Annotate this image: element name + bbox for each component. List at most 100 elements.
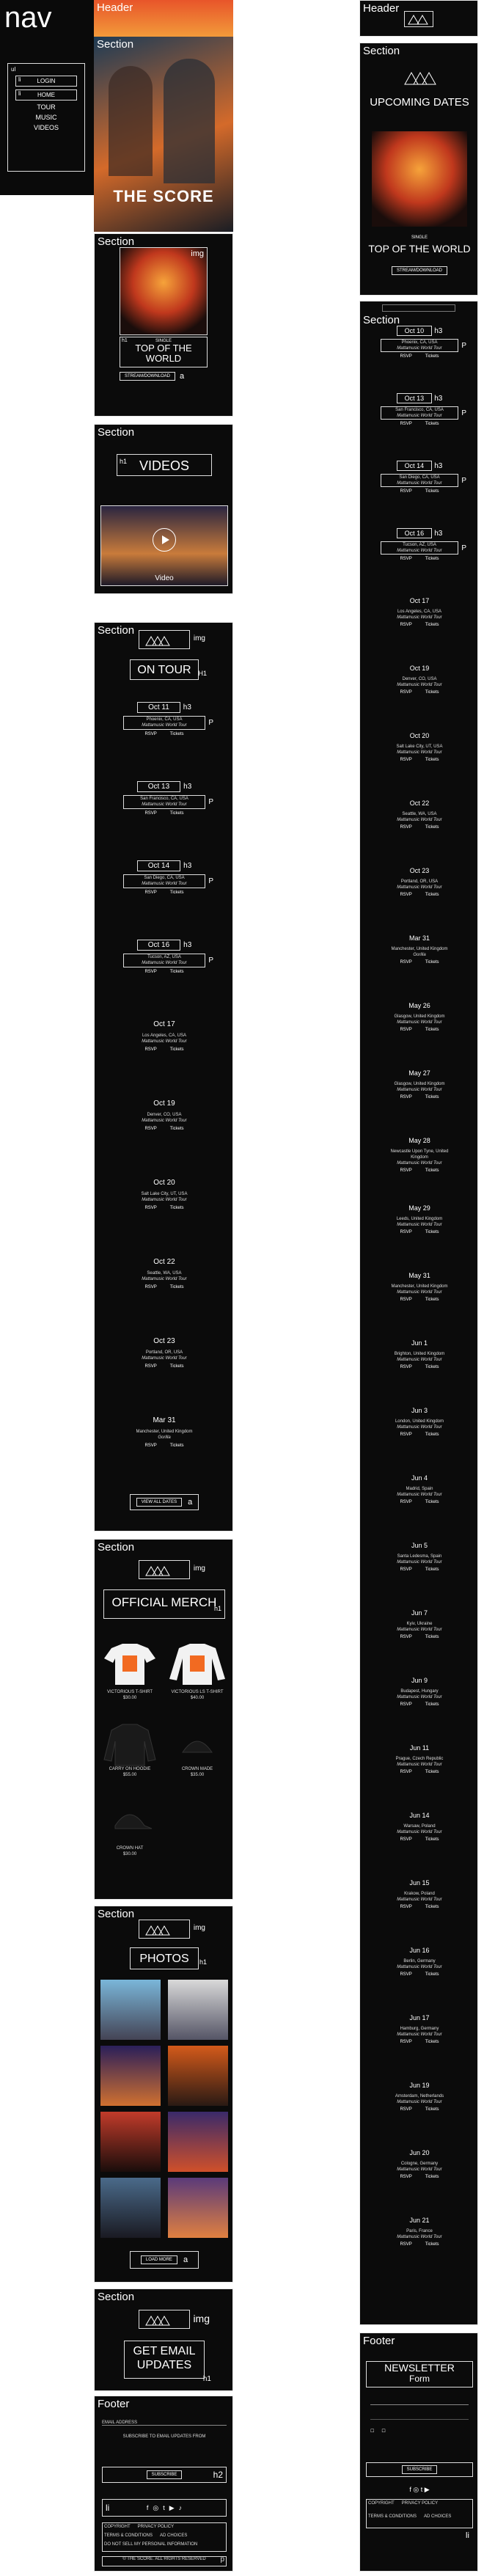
rsvp-link[interactable]: RSVP [400, 1635, 411, 1639]
view-all-dates-button[interactable]: VIEW ALL DATES [136, 1498, 183, 1507]
rsvp-link[interactable]: RSVP [400, 1298, 411, 1302]
rsvp-link[interactable]: RSVP [400, 1905, 411, 1909]
tickets-link[interactable]: Tickets [425, 354, 439, 359]
tickets-link[interactable]: Tickets [425, 893, 439, 897]
option-checkbox[interactable]: ☐ [381, 2429, 385, 2434]
tickets-link[interactable]: Tickets [170, 890, 184, 895]
tickets-link[interactable]: Tickets [425, 557, 439, 561]
tickets-link[interactable]: Tickets [425, 1770, 439, 1774]
rsvp-link[interactable]: RSVP [400, 960, 411, 965]
nav-tour[interactable]: TOUR [8, 103, 84, 111]
option-checkbox[interactable]: ☐ [370, 2429, 374, 2434]
tickets-link[interactable]: Tickets [425, 825, 439, 830]
tickets-link[interactable]: Tickets [425, 1635, 439, 1639]
footer-link[interactable]: AD CHOICES [424, 2514, 451, 2526]
rsvp-link[interactable]: RSVP [400, 623, 411, 627]
nav-videos[interactable]: VIDEOS [8, 124, 84, 131]
tickets-link[interactable]: Tickets [425, 1095, 439, 1099]
tickets-link[interactable]: Tickets [425, 1230, 439, 1234]
nav-login[interactable]: li LOGIN [15, 76, 77, 87]
rsvp-link[interactable]: RSVP [400, 1432, 411, 1437]
rsvp-link[interactable]: RSVP [400, 2040, 411, 2044]
tickets-link[interactable]: Tickets [170, 811, 184, 816]
tickets-link[interactable]: Tickets [170, 1364, 184, 1369]
tickets-link[interactable]: Tickets [425, 1567, 439, 1572]
tickets-link[interactable]: Tickets [425, 758, 439, 762]
tickets-link[interactable]: Tickets [425, 623, 439, 627]
footer-link[interactable]: PRIVACY POLICY [138, 2525, 174, 2532]
rsvp-link[interactable]: RSVP [144, 1364, 156, 1369]
merch-item[interactable] [168, 1723, 227, 1767]
tickets-link[interactable]: Tickets [425, 1837, 439, 1842]
instagram-icon[interactable]: ◎ [413, 2486, 419, 2493]
rsvp-link[interactable]: RSVP [400, 1770, 411, 1774]
tickets-link[interactable]: Tickets [170, 1127, 184, 1131]
footer-link[interactable]: TERMS & CONDITIONS [368, 2514, 417, 2526]
youtube-icon[interactable]: ▶ [169, 2504, 175, 2512]
footer-link[interactable]: COPYRIGHT [368, 2501, 395, 2513]
photo-thumb[interactable] [100, 2178, 161, 2238]
play-icon[interactable] [153, 528, 176, 552]
tickets-link[interactable]: Tickets [425, 2040, 439, 2044]
rsvp-link[interactable]: RSVP [144, 1443, 156, 1448]
desktop-subscribe-button[interactable]: SUBSCRIBE [401, 2465, 438, 2474]
rsvp-link[interactable]: RSVP [400, 893, 411, 897]
rsvp-link[interactable]: RSVP [400, 1095, 411, 1099]
merch-item[interactable] [100, 1796, 159, 1840]
newsletter-input-2[interactable] [370, 2412, 469, 2420]
tour-search[interactable] [382, 304, 455, 312]
rsvp-link[interactable]: RSVP [400, 1567, 411, 1572]
stream-button[interactable]: STREAM/DOWNLOAD [120, 372, 176, 381]
rsvp-link[interactable]: RSVP [144, 811, 156, 816]
tickets-link[interactable]: Tickets [170, 1047, 184, 1052]
rsvp-link[interactable]: RSVP [400, 690, 411, 695]
rsvp-link[interactable]: RSVP [144, 1127, 156, 1131]
email-input[interactable]: EMAIL ADDRESS [102, 2414, 227, 2426]
tickets-link[interactable]: Tickets [170, 1206, 184, 1210]
rsvp-link[interactable]: RSVP [400, 758, 411, 762]
tickets-link[interactable]: Tickets [425, 1702, 439, 1707]
photo-thumb[interactable] [100, 2046, 161, 2106]
footer-link[interactable]: TERMS & CONDITIONS [104, 2533, 153, 2541]
footer-link[interactable]: COPYRIGHT [104, 2525, 131, 2532]
rsvp-link[interactable]: RSVP [144, 890, 156, 895]
desktop-stream-button[interactable]: STREAM/DOWNLOAD [391, 266, 447, 275]
tickets-link[interactable]: Tickets [425, 1432, 439, 1437]
rsvp-link[interactable]: RSVP [400, 1230, 411, 1234]
photo-thumb[interactable] [168, 1980, 228, 2040]
rsvp-link[interactable]: RSVP [144, 1206, 156, 1210]
rsvp-link[interactable]: RSVP [400, 1702, 411, 1707]
photo-thumb[interactable] [168, 2112, 228, 2172]
rsvp-link[interactable]: RSVP [400, 489, 411, 494]
merch-item[interactable] [100, 1642, 159, 1694]
nav-music[interactable]: MUSIC [8, 114, 84, 121]
rsvp-link[interactable]: RSVP [400, 1837, 411, 1842]
tickets-link[interactable]: Tickets [170, 1285, 184, 1289]
merch-item[interactable] [100, 1723, 159, 1767]
facebook-icon[interactable]: f [147, 2504, 149, 2511]
tickets-link[interactable]: Tickets [425, 1365, 439, 1369]
tickets-link[interactable]: Tickets [425, 1028, 439, 1032]
tickets-link[interactable]: Tickets [170, 970, 184, 974]
photo-thumb[interactable] [100, 1980, 161, 2040]
desktop-logo[interactable] [404, 11, 433, 27]
rsvp-link[interactable]: RSVP [400, 2242, 411, 2247]
rsvp-link[interactable]: RSVP [144, 970, 156, 974]
twitter-icon[interactable]: t [421, 2486, 423, 2493]
tickets-link[interactable]: Tickets [425, 960, 439, 965]
footer-link[interactable]: AD CHOICES [160, 2533, 187, 2541]
rsvp-link[interactable]: RSVP [144, 1047, 156, 1052]
rsvp-link[interactable]: RSVP [144, 732, 156, 736]
rsvp-link[interactable]: RSVP [400, 2107, 411, 2112]
spotify-icon[interactable]: ♪ [179, 2504, 183, 2511]
rsvp-link[interactable]: RSVP [144, 1285, 156, 1289]
tickets-link[interactable]: Tickets [425, 422, 439, 426]
tickets-link[interactable]: Tickets [425, 1298, 439, 1302]
video-player[interactable]: Video [100, 505, 228, 586]
rsvp-link[interactable]: RSVP [400, 422, 411, 426]
footer-link[interactable]: PRIVACY POLICY [402, 2501, 438, 2513]
tickets-link[interactable]: Tickets [425, 1500, 439, 1504]
tickets-link[interactable]: Tickets [425, 690, 439, 695]
nav-home[interactable]: li HOME [15, 89, 77, 100]
youtube-icon[interactable]: ▶ [425, 2486, 430, 2493]
